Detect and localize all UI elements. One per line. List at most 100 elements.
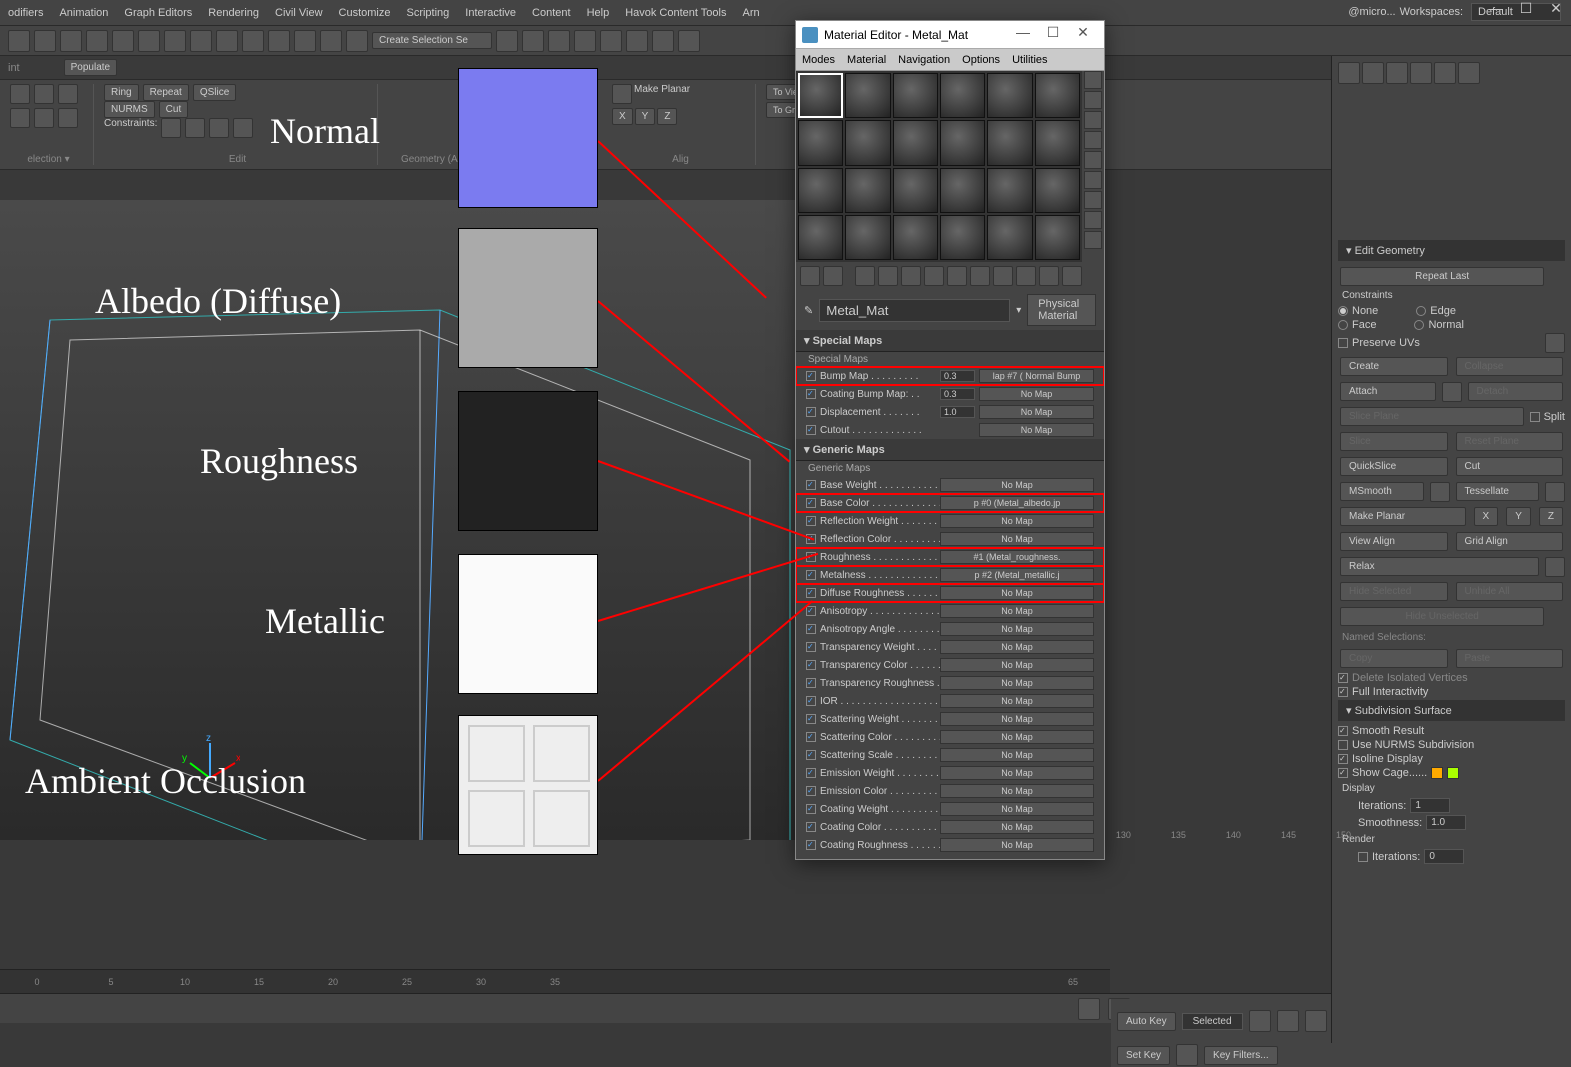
- me-menu-options[interactable]: Options: [962, 54, 1000, 66]
- render-setup-icon[interactable]: [652, 30, 674, 52]
- poly-select-icon[interactable]: [10, 84, 30, 104]
- constraint-normal-radio[interactable]: [1414, 320, 1424, 330]
- me-menu-material[interactable]: Material: [847, 54, 886, 66]
- setkey-button[interactable]: Set Key: [1117, 1046, 1170, 1065]
- emission-weight-button[interactable]: No Map: [940, 766, 1094, 780]
- sample-slot-19[interactable]: [845, 215, 890, 260]
- sample-slot-21[interactable]: [940, 215, 985, 260]
- sample-slot-4[interactable]: [987, 73, 1032, 118]
- sample-slot-8[interactable]: [893, 120, 938, 165]
- pick-icon[interactable]: ✎: [804, 304, 813, 317]
- base-color-check[interactable]: [806, 498, 816, 508]
- metalness-check[interactable]: [806, 570, 816, 580]
- menu-arnold[interactable]: Arn: [743, 7, 760, 19]
- modify-tab-icon[interactable]: [1362, 62, 1384, 84]
- ring-button[interactable]: Ring: [104, 84, 139, 101]
- menu-help[interactable]: Help: [587, 7, 610, 19]
- keymode-dropdown[interactable]: Selected: [1182, 1013, 1243, 1030]
- me-menu-utilities[interactable]: Utilities: [1012, 54, 1047, 66]
- displacement-check[interactable]: [806, 407, 816, 417]
- msmooth-button[interactable]: MSmooth: [1340, 482, 1424, 501]
- bump-check[interactable]: [806, 371, 816, 381]
- displacement-spinner[interactable]: 1.0: [940, 406, 975, 418]
- relax-button[interactable]: Relax: [1340, 557, 1539, 576]
- key-icon[interactable]: [1176, 1044, 1198, 1066]
- sample-slot-2[interactable]: [893, 73, 938, 118]
- anisotropy-check[interactable]: [806, 606, 816, 616]
- tessellate-settings-icon[interactable]: [1545, 482, 1565, 502]
- reset-icon[interactable]: [878, 266, 898, 286]
- menu-graph-editors[interactable]: Graph Editors: [124, 7, 192, 19]
- base-color-button[interactable]: p #0 (Metal_albedo.jp: [940, 496, 1094, 510]
- me-menu-modes[interactable]: Modes: [802, 54, 835, 66]
- border-select-icon[interactable]: [10, 108, 30, 128]
- ior-check[interactable]: [806, 696, 816, 706]
- trans-color-button[interactable]: No Map: [940, 658, 1094, 672]
- constraint-edge-radio[interactable]: [1416, 306, 1426, 316]
- sample-slot-14[interactable]: [893, 168, 938, 213]
- trans-rough-button[interactable]: No Map: [940, 676, 1094, 690]
- refl-color-button[interactable]: No Map: [940, 532, 1094, 546]
- put-to-scene-icon[interactable]: [823, 266, 843, 286]
- constraint-edge-icon[interactable]: [185, 118, 205, 138]
- planar-z-button[interactable]: Z: [657, 108, 677, 125]
- collapse-button[interactable]: Collapse: [1456, 357, 1564, 376]
- msmooth-settings-icon[interactable]: [1430, 482, 1450, 502]
- options-icon[interactable]: [1084, 191, 1102, 209]
- autokey-button[interactable]: Auto Key: [1117, 1012, 1176, 1031]
- sample-slot-3[interactable]: [940, 73, 985, 118]
- preserve-uvs-check[interactable]: [1338, 338, 1348, 348]
- material-type-button[interactable]: Physical Material: [1027, 294, 1096, 326]
- copy-button[interactable]: Copy: [1340, 649, 1448, 668]
- hide-selected-button[interactable]: Hide Selected: [1340, 582, 1448, 601]
- nurms-check[interactable]: [1338, 740, 1348, 750]
- aniso-angle-button[interactable]: No Map: [940, 622, 1094, 636]
- go-parent-icon[interactable]: [1039, 266, 1059, 286]
- show-cage-check[interactable]: [1338, 768, 1348, 778]
- vertex-select-icon[interactable]: [34, 84, 54, 104]
- paste-button[interactable]: Paste: [1456, 649, 1564, 668]
- link-icon[interactable]: [60, 30, 82, 52]
- planar-z[interactable]: Z: [1539, 507, 1563, 526]
- select-region-icon[interactable]: [190, 30, 212, 52]
- diff-rough-check[interactable]: [806, 588, 816, 598]
- trans-weight-button[interactable]: No Map: [940, 640, 1094, 654]
- emission-color-button[interactable]: No Map: [940, 784, 1094, 798]
- attach-button[interactable]: Attach: [1340, 382, 1436, 401]
- ior-button[interactable]: No Map: [940, 694, 1094, 708]
- constraint-face-icon[interactable]: [209, 118, 229, 138]
- grid-align-button[interactable]: Grid Align: [1456, 532, 1564, 551]
- generic-maps-rollout[interactable]: ▾ Generic Maps: [796, 439, 1104, 461]
- render-iter-spinner[interactable]: 0: [1424, 849, 1464, 864]
- material-editor-icon[interactable]: [626, 30, 648, 52]
- sample-slot-17[interactable]: [1035, 168, 1080, 213]
- nurms-button[interactable]: NURMS: [104, 101, 155, 118]
- cut-button[interactable]: Cut: [159, 101, 189, 118]
- window-crossing-icon[interactable]: [216, 30, 238, 52]
- get-material-icon[interactable]: [800, 266, 820, 286]
- menu-civil-view[interactable]: Civil View: [275, 7, 322, 19]
- show-end-result-icon[interactable]: [1016, 266, 1036, 286]
- minimize-button[interactable]: —: [1008, 24, 1038, 46]
- selection-set-dropdown[interactable]: Create Selection Se: [372, 32, 492, 49]
- planar-x[interactable]: X: [1474, 507, 1499, 526]
- cutout-check[interactable]: [806, 425, 816, 435]
- put-to-library-icon[interactable]: [947, 266, 967, 286]
- next-key-icon[interactable]: [1305, 1010, 1327, 1032]
- cage-color-2[interactable]: [1447, 767, 1459, 779]
- scale-icon[interactable]: [294, 30, 316, 52]
- select-icon[interactable]: [138, 30, 160, 52]
- repeat-last-button[interactable]: Repeat Last: [1340, 267, 1544, 286]
- base-weight-button[interactable]: No Map: [940, 478, 1094, 492]
- app-close[interactable]: ✕: [1541, 0, 1571, 22]
- constraint-none-icon[interactable]: [161, 118, 181, 138]
- sample-slot-10[interactable]: [987, 120, 1032, 165]
- scatter-color-check[interactable]: [806, 732, 816, 742]
- edit-geometry-header[interactable]: ▾ Edit Geometry: [1338, 240, 1565, 261]
- layer-icon[interactable]: [548, 30, 570, 52]
- iterations-spinner[interactable]: 1: [1410, 798, 1450, 813]
- keyfilters-button[interactable]: Key Filters...: [1204, 1046, 1278, 1065]
- emission-color-check[interactable]: [806, 786, 816, 796]
- delete-iso-check[interactable]: [1338, 673, 1348, 683]
- create-button[interactable]: Create: [1340, 357, 1448, 376]
